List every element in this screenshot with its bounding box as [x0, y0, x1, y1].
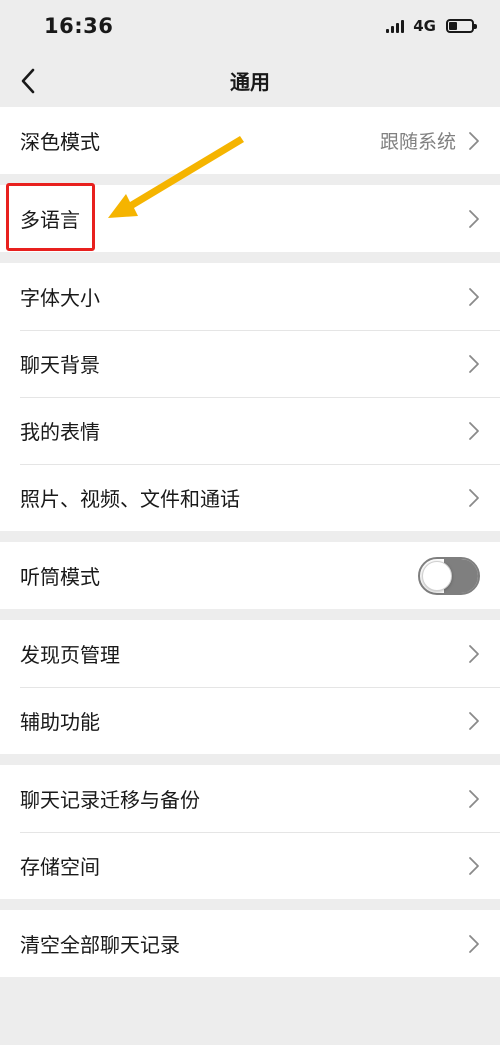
chevron-right-icon [468, 421, 480, 441]
chevron-right-icon [468, 287, 480, 307]
status-bar: 16:36 4G [0, 0, 500, 55]
settings-group: 发现页管理 辅助功能 [0, 620, 500, 754]
annotation-highlight-box [6, 183, 95, 251]
settings-row[interactable]: 我的表情 [0, 397, 500, 464]
chevron-right-icon [468, 711, 480, 731]
settings-row-label: 辅助功能 [20, 710, 100, 734]
settings-row-label: 聊天记录迁移与备份 [20, 788, 200, 812]
settings-row-label: 聊天背景 [20, 353, 100, 377]
settings-row-label: 存储空间 [20, 855, 100, 879]
settings-row-label: 发现页管理 [20, 643, 120, 667]
settings-group: 聊天记录迁移与备份 存储空间 [0, 765, 500, 899]
settings-row[interactable]: 发现页管理 [0, 620, 500, 687]
chevron-right-icon [468, 934, 480, 954]
chevron-right-icon [468, 789, 480, 809]
settings-group: 清空全部聊天记录 [0, 910, 500, 977]
settings-row[interactable]: 照片、视频、文件和通话 [0, 464, 500, 531]
settings-group: 听筒模式 [0, 542, 500, 609]
page-title: 通用 [230, 70, 270, 94]
nav-bar: 通用 [0, 55, 500, 107]
chevron-right-icon [468, 644, 480, 664]
settings-row-label: 清空全部聊天记录 [20, 933, 180, 957]
network-type: 4G [413, 17, 436, 35]
settings-row[interactable]: 聊天记录迁移与备份 [0, 765, 500, 832]
settings-row-value: 跟随系统 [379, 131, 456, 153]
settings-row-label: 字体大小 [20, 286, 100, 310]
settings-row[interactable]: 字体大小 [0, 263, 500, 330]
settings-group: 深色模式 跟随系统 [0, 107, 500, 174]
status-indicators: 4G [386, 17, 477, 35]
chevron-right-icon [468, 209, 480, 229]
toggle-switch[interactable] [418, 556, 480, 595]
chevron-right-icon [468, 354, 480, 374]
settings-row[interactable]: 听筒模式 [0, 542, 500, 609]
settings-row[interactable]: 深色模式 跟随系统 [0, 107, 500, 174]
settings-row[interactable]: 辅助功能 [0, 687, 500, 754]
settings-row-label: 照片、视频、文件和通话 [20, 487, 240, 511]
settings-group: 字体大小聊天背景我的表情照片、视频、文件和通话 [0, 263, 500, 531]
chevron-right-icon [468, 131, 480, 151]
settings-row-label: 我的表情 [20, 420, 100, 444]
settings-row[interactable]: 聊天背景 [0, 330, 500, 397]
settings-row[interactable]: 存储空间 [0, 832, 500, 899]
toggle-knob [422, 560, 452, 591]
signal-icon [386, 19, 405, 33]
chevron-right-icon [468, 488, 480, 508]
battery-icon [446, 19, 477, 33]
settings-row-label: 听筒模式 [20, 565, 100, 589]
chevron-right-icon [468, 856, 480, 876]
settings-row[interactable]: 清空全部聊天记录 [0, 910, 500, 977]
annotation-arrow-icon [108, 136, 244, 218]
status-time: 16:36 [44, 14, 114, 38]
